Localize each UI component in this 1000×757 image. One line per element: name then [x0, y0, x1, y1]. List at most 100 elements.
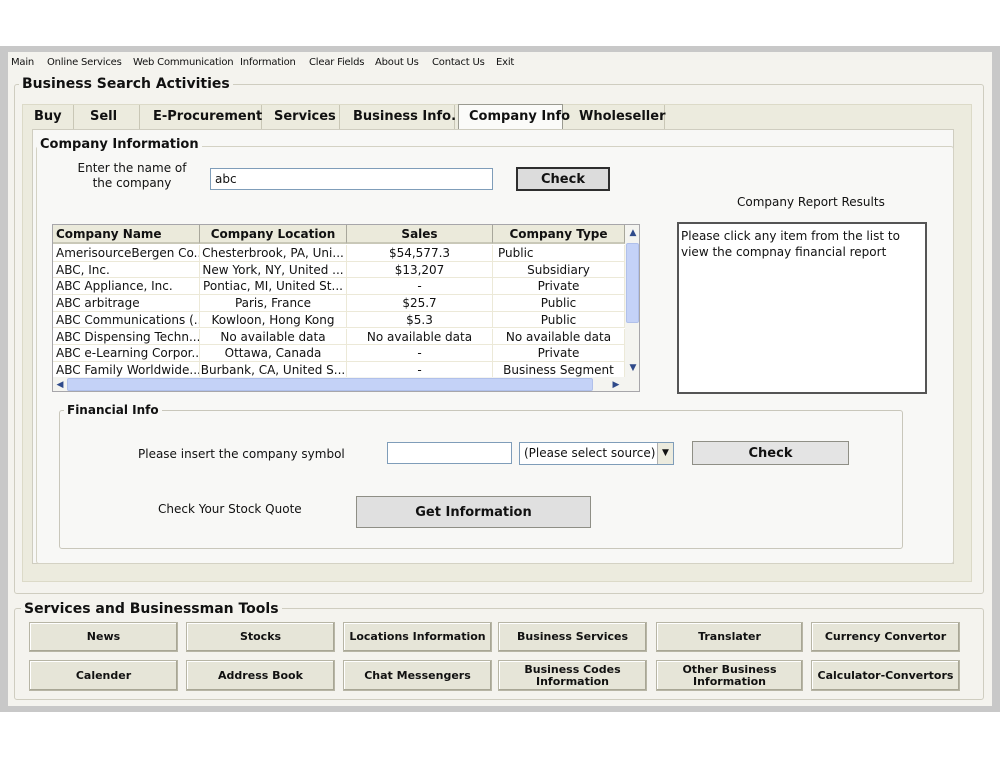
company-name-prompt-line2: the company [92, 176, 172, 190]
tool-button-5[interactable]: Currency Convertor [811, 622, 960, 652]
company-name-prompt: Enter the name of the company [74, 161, 190, 191]
table-row[interactable]: ABC Communications (... Kowloon, Hong Kon… [53, 311, 625, 329]
cell-company-name: ABC arbitrage [53, 295, 200, 312]
cell-sales: - [347, 278, 493, 296]
cell-company-type: Public [493, 295, 625, 312]
source-select[interactable]: (Please select source) ▼ [519, 442, 674, 465]
financial-info-title: Financial Info [64, 403, 162, 417]
tool-button-10[interactable]: Other Business Information [656, 660, 803, 691]
tool-button-label-line1: Calender [75, 668, 132, 682]
col-sales[interactable]: Sales [347, 225, 493, 244]
tab-buy[interactable]: Buy [24, 105, 74, 129]
tool-button-11[interactable]: Calculator-Convertors [811, 660, 960, 691]
scroll-left-icon[interactable]: ◀ [53, 378, 67, 391]
table-row[interactable]: ABC arbitrage Paris, France $25.7 Public [53, 295, 625, 312]
tab-e-procurement[interactable]: E-Procurement [143, 105, 262, 129]
company-symbol-input[interactable] [387, 442, 512, 464]
cell-company-type: Public [493, 245, 625, 262]
tool-button-9[interactable]: Business Codes Information [498, 660, 647, 691]
cell-company-location: Pontiac, MI, United St... [200, 278, 347, 296]
cell-company-location: New York, NY, United ... [200, 261, 347, 279]
cell-sales: No available data [347, 328, 493, 346]
menu-clear-fields[interactable]: Clear Fields [309, 57, 364, 68]
tool-button-7[interactable]: Address Book [186, 660, 335, 691]
report-results-box: Please click any item from the list to v… [677, 222, 927, 394]
cell-company-name: ABC Appliance, Inc. [53, 278, 200, 296]
company-results-grid[interactable]: Company Name Company Location Sales Comp… [52, 224, 640, 392]
menu-information[interactable]: Information [240, 57, 296, 68]
vertical-scroll-thumb[interactable] [626, 243, 639, 323]
menu-web-communication[interactable]: Web Communication [133, 57, 234, 68]
tool-button-label-line1: Other Business [682, 662, 777, 676]
cell-company-name: ABC Communications (... [53, 311, 200, 329]
cell-sales: $54,577.3 [347, 245, 493, 262]
get-information-button[interactable]: Get Information [356, 496, 591, 528]
cell-company-type: Private [493, 345, 625, 362]
tool-button-1[interactable]: Stocks [186, 622, 335, 652]
tab-company-info[interactable]: Company Info [458, 104, 570, 129]
cell-sales: $25.7 [347, 295, 493, 312]
cell-sales: $13,207 [347, 261, 493, 279]
tool-button-0[interactable]: News [29, 622, 178, 652]
tool-button-label-line2: Information [693, 674, 766, 688]
cell-company-name: ABC, Inc. [53, 261, 200, 279]
menu-contact-us[interactable]: Contact Us [432, 57, 485, 68]
horizontal-scroll-thumb[interactable] [67, 378, 593, 391]
scroll-up-icon[interactable]: ▲ [626, 226, 639, 240]
report-results-label: Company Report Results [737, 195, 885, 209]
scroll-down-icon[interactable]: ▼ [626, 361, 639, 375]
cell-company-name: ABC e-Learning Corpor... [53, 345, 200, 362]
cell-company-location: Paris, France [200, 295, 347, 312]
menu-online-services[interactable]: Online Services [47, 57, 122, 68]
symbol-prompt: Please insert the company symbol [138, 447, 345, 461]
cell-company-location: No available data [200, 328, 347, 346]
menu-about-us[interactable]: About Us [375, 57, 419, 68]
tool-button-2[interactable]: Locations Information [343, 622, 492, 652]
col-company-location[interactable]: Company Location [200, 225, 347, 244]
company-name-input[interactable]: abc [210, 168, 493, 190]
tab-wholeseller[interactable]: Wholeseller [569, 105, 666, 129]
tool-button-3[interactable]: Business Services [498, 622, 647, 652]
table-row[interactable]: ABC, Inc. New York, NY, United ... $13,207… [53, 261, 625, 279]
tool-button-label-line1: Calculator-Convertors [817, 668, 954, 682]
col-company-type[interactable]: Company Type [493, 225, 625, 244]
cell-company-type: Public [493, 311, 625, 329]
cell-company-name: AmerisourceBergen Co... [53, 245, 200, 262]
business-search-title: Business Search Activities [19, 76, 233, 92]
grid-header: Company Name Company Location Sales Comp… [53, 225, 625, 244]
col-company-name[interactable]: Company Name [53, 225, 200, 244]
tool-button-8[interactable]: Chat Messengers [343, 660, 492, 691]
dropdown-arrow-icon[interactable]: ▼ [657, 443, 673, 464]
tool-button-label-line1: Address Book [218, 668, 303, 682]
tool-button-label-line1: Chat Messengers [364, 668, 471, 682]
tab-sell[interactable]: Sell [80, 105, 140, 129]
tool-button-4[interactable]: Translater [656, 622, 803, 652]
menu-main[interactable]: Main [11, 57, 34, 68]
table-row[interactable]: ABC Dispensing Techn... No available data… [53, 328, 625, 346]
tool-button-label-line2: Information [536, 674, 609, 688]
source-select-value: (Please select source) [524, 446, 656, 460]
table-row[interactable]: ABC e-Learning Corpor... Ottawa, Canada - P… [53, 345, 625, 362]
table-row[interactable]: AmerisourceBergen Co... Chesterbrook, PA,… [53, 245, 625, 262]
symbol-check-button[interactable]: Check [692, 441, 849, 465]
company-information-title: Company Information [37, 137, 202, 152]
cell-company-location: Kowloon, Hong Kong [200, 311, 347, 329]
cell-company-location: Ottawa, Canada [200, 345, 347, 362]
tools-title: Services and Businessman Tools [21, 601, 282, 617]
scroll-right-icon[interactable]: ▶ [609, 378, 623, 391]
cell-company-name: ABC Dispensing Techn... [53, 328, 200, 346]
tab-services[interactable]: Services [264, 105, 340, 129]
cell-sales: - [347, 345, 493, 362]
tool-button-label-line1: Business Codes [524, 662, 621, 676]
cell-company-type: No available data [493, 328, 625, 346]
table-row[interactable]: ABC Appliance, Inc. Pontiac, MI, United S… [53, 278, 625, 296]
menu-exit[interactable]: Exit [496, 57, 514, 68]
cell-company-type: Private [493, 278, 625, 296]
stock-quote-prompt: Check Your Stock Quote [158, 502, 302, 516]
cell-company-location: Chesterbrook, PA, Uni... [200, 245, 347, 262]
company-check-button[interactable]: Check [516, 167, 610, 191]
tab-business-info[interactable]: Business Info. [343, 105, 456, 129]
tool-button-6[interactable]: Calender [29, 660, 178, 691]
company-name-prompt-line1: Enter the name of [77, 161, 187, 175]
menu-bar: Main Online Services Web Communication I… [8, 52, 992, 73]
